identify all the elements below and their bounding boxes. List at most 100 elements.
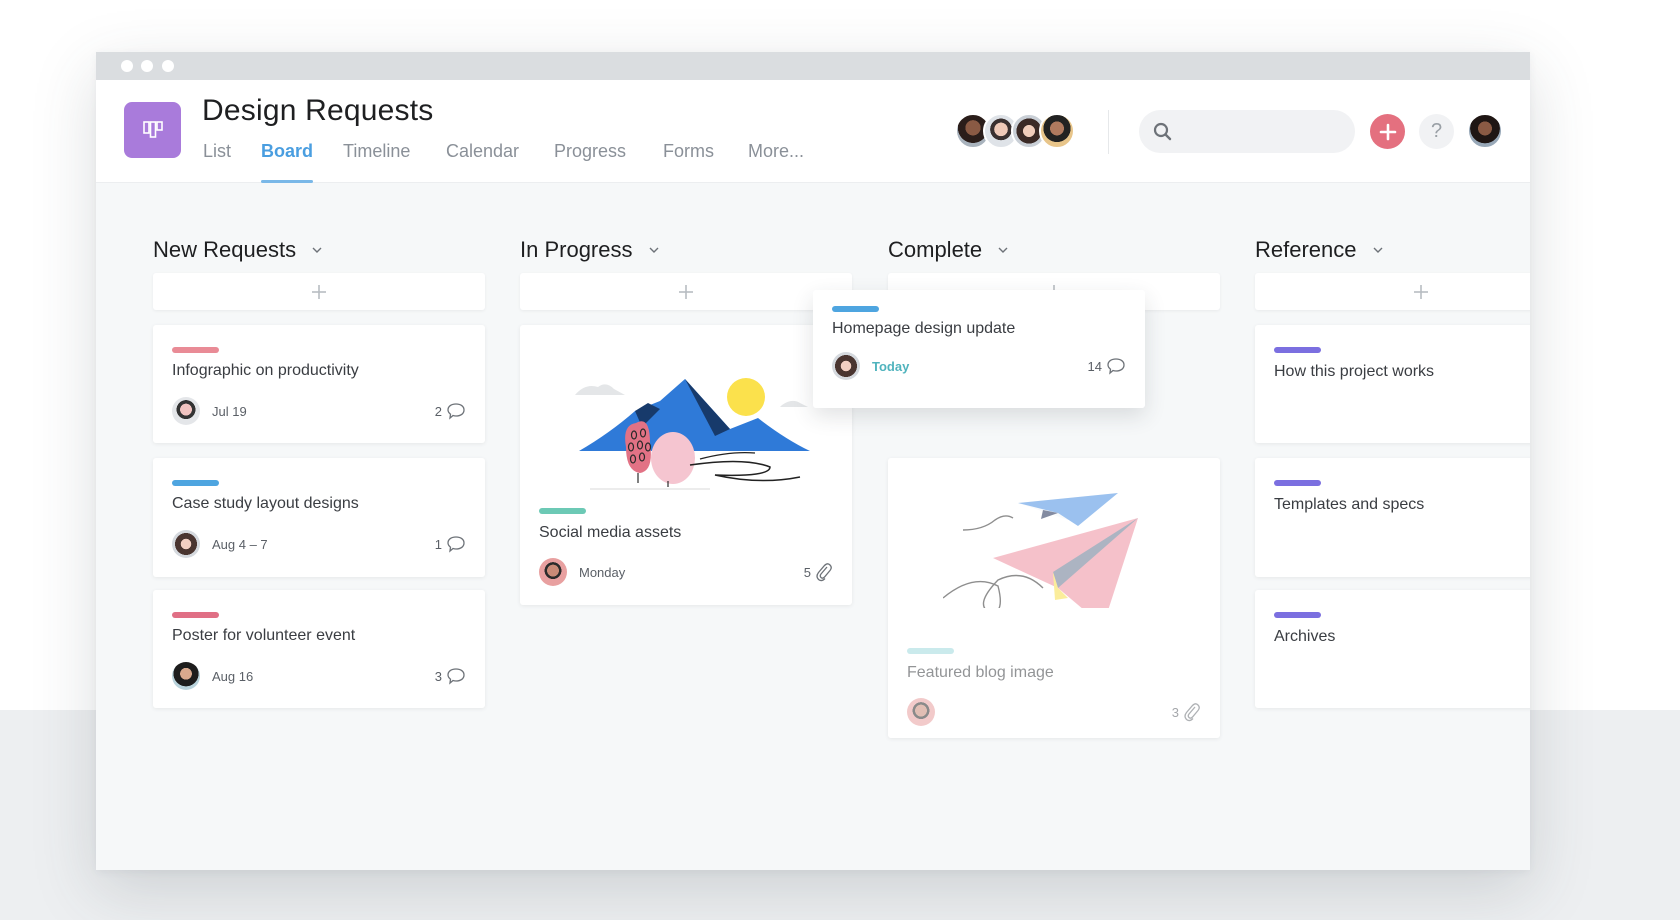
project-icon (124, 102, 181, 158)
task-card[interactable]: Case study layout designs Aug 4 – 7 1 (153, 458, 485, 577)
column-header: New Requests (153, 236, 324, 264)
tab-board[interactable]: Board (261, 140, 314, 183)
task-card[interactable]: Archives (1255, 590, 1530, 708)
plus-icon (1414, 284, 1428, 299)
attachment-icon (816, 563, 832, 582)
quick-add-button[interactable] (1370, 114, 1405, 149)
page-title: Design Requests (202, 94, 434, 127)
comment-icon (447, 403, 465, 420)
card-title: Templates and specs (1274, 496, 1425, 513)
due-date: Monday (579, 564, 626, 580)
plus-icon (312, 284, 326, 299)
card-footer: Aug 16 3 (172, 662, 466, 690)
due-date: Today (872, 358, 910, 374)
tab-list[interactable]: List (203, 140, 231, 162)
card-title: Poster for volunteer event (172, 627, 356, 644)
tab-forms[interactable]: Forms (663, 140, 714, 162)
column-title: New Requests (153, 237, 297, 262)
app-window: Design Requests List Board Timeline Cale… (96, 52, 1530, 870)
chevron-down-icon[interactable] (1371, 243, 1385, 257)
assignee-avatar[interactable] (539, 558, 567, 586)
task-card[interactable]: Social media assets Monday 5 (520, 325, 852, 605)
card-color-tag (1274, 347, 1321, 353)
plus-icon (679, 284, 693, 299)
comment-count: 2 (435, 402, 466, 420)
attachment-count: 5 (804, 562, 833, 582)
chevron-down-icon[interactable] (647, 243, 661, 257)
comment-icon (447, 536, 465, 553)
window-titlebar (96, 52, 1530, 80)
project-header: Design Requests List Board Timeline Cale… (96, 80, 1530, 183)
card-title: Case study layout designs (172, 495, 359, 512)
column-header: In Progress (520, 236, 661, 264)
chevron-down-icon[interactable] (996, 243, 1010, 257)
task-card[interactable]: Infographic on productivity Jul 19 2 (153, 325, 485, 443)
card-color-tag (172, 612, 219, 618)
card-title: Social media assets (539, 524, 682, 541)
assignee-avatar[interactable] (172, 662, 200, 690)
window-control-dot[interactable] (162, 60, 174, 72)
column-title: In Progress (520, 237, 633, 262)
comment-count: 3 (435, 667, 466, 685)
help-button[interactable]: ? (1419, 114, 1454, 149)
due-date: Jul 19 (212, 403, 247, 419)
search-input[interactable] (1139, 110, 1355, 153)
card-color-tag (907, 648, 954, 654)
attachment-count: 3 (1172, 702, 1201, 722)
card-footer: Monday 5 (539, 558, 833, 586)
due-date: Aug 16 (212, 668, 254, 684)
column-title: Complete (888, 237, 983, 262)
card-title: How this project works (1274, 363, 1435, 380)
comment-count: 14 (1088, 357, 1126, 375)
member-avatar[interactable] (1039, 113, 1075, 149)
card-footer: Jul 19 2 (172, 397, 466, 425)
mountain-illustration (575, 378, 810, 490)
card-color-tag (172, 347, 219, 353)
add-task-button[interactable] (1255, 273, 1530, 310)
card-color-tag (539, 508, 586, 514)
assignee-avatar[interactable] (832, 352, 860, 380)
assignee-avatar[interactable] (907, 698, 935, 726)
card-footer: Aug 4 – 7 1 (172, 530, 466, 558)
assignee-avatar[interactable] (172, 530, 200, 558)
card-color-tag (172, 480, 219, 486)
due-date: Aug 4 – 7 (212, 536, 268, 552)
add-task-button[interactable] (153, 273, 485, 310)
column-header: Complete (888, 236, 1010, 264)
comment-icon (1107, 358, 1125, 375)
search-icon (1153, 122, 1172, 141)
completed-card-content: Featured blog image 3 (888, 458, 1220, 738)
chevron-down-icon[interactable] (310, 243, 324, 257)
user-avatar[interactable] (1467, 113, 1503, 149)
plus-icon (1379, 123, 1396, 140)
task-card[interactable]: How this project works (1255, 325, 1530, 443)
window-control-dot[interactable] (141, 60, 153, 72)
task-card[interactable]: Templates and specs (1255, 458, 1530, 577)
window-control-dot[interactable] (121, 60, 133, 72)
board-icon (142, 121, 163, 138)
comment-count: 1 (435, 535, 466, 553)
column-title: Reference (1255, 237, 1357, 262)
card-color-tag (1274, 480, 1321, 486)
card-title: Featured blog image (907, 664, 1054, 681)
card-color-tag (832, 306, 879, 312)
task-card[interactable]: Poster for volunteer event Aug 16 3 (153, 590, 485, 708)
comment-icon (447, 668, 465, 685)
column-header: Reference (1255, 236, 1385, 264)
tab-more[interactable]: More... (748, 140, 804, 162)
tab-progress[interactable]: Progress (554, 140, 626, 162)
attachment-icon (1184, 703, 1200, 722)
card-footer: Today 14 (832, 352, 1126, 380)
dragging-task-card[interactable]: Homepage design update Today 14 (813, 290, 1145, 408)
add-task-button[interactable] (520, 273, 852, 310)
tab-calendar[interactable]: Calendar (446, 140, 519, 162)
paper-planes-illustration (943, 493, 1138, 608)
card-title: Archives (1274, 628, 1336, 645)
card-footer: 3 (907, 698, 1201, 726)
card-color-tag (1274, 612, 1321, 618)
header-divider (1108, 110, 1109, 154)
task-card-completed[interactable]: Featured blog image 3 (888, 458, 1220, 738)
assignee-avatar[interactable] (172, 397, 200, 425)
card-title: Homepage design update (832, 320, 1016, 337)
tab-timeline[interactable]: Timeline (343, 140, 410, 162)
